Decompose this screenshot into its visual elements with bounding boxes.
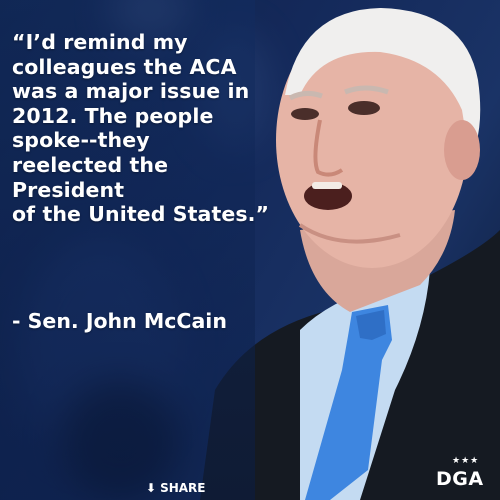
share-button[interactable]: ⬇ SHARE [146,481,205,495]
quote-text: “I’d remind my colleagues the ACA was a … [12,30,292,227]
down-arrow-icon: ⬇ [146,481,157,495]
eye [291,108,319,120]
quote-graphic: “I’d remind my colleagues the ACA was a … [0,0,500,500]
quote-line: of the United States.” [12,202,270,227]
quote-line: “I’d remind my [12,30,188,54]
logo-text: DGA [436,468,484,490]
quote-line: President [12,177,125,202]
star-icon: ★★★ [452,456,480,466]
quote-attribution: - Sen. John McCain [12,309,227,333]
share-label: SHARE [160,481,206,495]
quote-line: colleagues the ACA [12,54,237,79]
eye [348,101,380,115]
quote-line: reelected the [12,152,169,177]
dga-logo: ★★★ DGA [436,456,492,496]
quote-line: 2012. The people [12,103,214,128]
ear [444,120,480,180]
quote-line: was a major issue in [12,79,250,104]
quote-line: spoke--they [12,128,150,153]
